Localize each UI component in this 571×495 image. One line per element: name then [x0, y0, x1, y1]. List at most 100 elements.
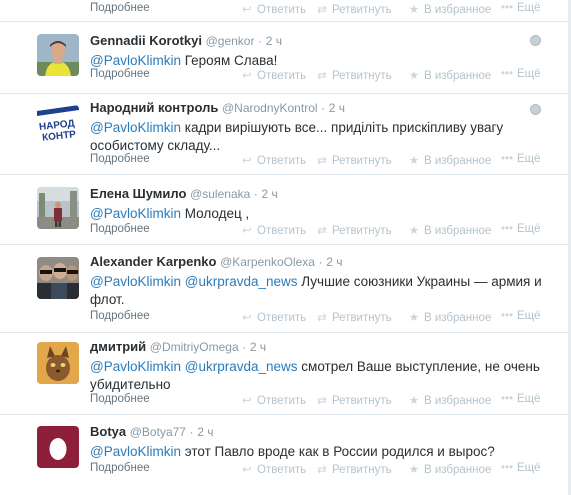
reply-icon: ↩: [242, 312, 252, 324]
more-button[interactable]: ••• Ещё: [501, 310, 541, 322]
favorite-button[interactable]: ★ В избранное: [408, 2, 491, 16]
details-link[interactable]: Подробнее: [90, 223, 150, 235]
tweet-time[interactable]: 2 ч: [262, 187, 278, 201]
mention-link[interactable]: @PavloKlimkin: [90, 274, 181, 289]
reply-icon: ↩: [242, 225, 252, 237]
details-link[interactable]: Подробнее: [90, 393, 150, 405]
tweet[interactable]: НАРОД КОНТР Народний контроль @NarodnyKo…: [0, 94, 571, 175]
favorite-button[interactable]: ★ В избранное: [408, 68, 491, 82]
reply-button[interactable]: ↩ Ответить: [241, 462, 306, 476]
reply-icon: ↩: [242, 4, 252, 16]
favorite-button[interactable]: ★ В избранное: [408, 393, 491, 407]
author-handle[interactable]: @DmitriyOmega: [150, 340, 239, 354]
tweet-actions: Подробнее ↩ Ответить ⇄ Ретвитнуть ★ В избра…: [90, 153, 557, 169]
more-icon: •••: [501, 393, 514, 405]
favorite-button[interactable]: ★ В избранное: [408, 462, 491, 476]
more-button[interactable]: ••• Ещё: [501, 393, 541, 405]
tweet-partial: Подробнее ↩ Ответить ⇄ Ретвитнуть ★ В избра…: [0, 0, 571, 22]
details-link[interactable]: Подробнее: [90, 153, 150, 165]
favorite-button[interactable]: ★ В избранное: [408, 223, 491, 237]
tweet-text: @PavloKlimkin этот Павло вроде как в Рос…: [90, 444, 495, 459]
details-link[interactable]: Подробнее: [90, 68, 150, 80]
reply-button[interactable]: ↩ Ответить: [241, 393, 306, 407]
tweet-text: @PavloKlimkin Молодец ,: [90, 206, 250, 221]
avatar[interactable]: [37, 34, 79, 76]
retweet-icon: ⇄: [317, 395, 327, 407]
avatar[interactable]: [37, 342, 79, 384]
globe-icon: [530, 35, 541, 46]
more-button[interactable]: ••• Ещё: [501, 462, 541, 474]
author-handle[interactable]: @genkor: [206, 34, 255, 48]
more-button[interactable]: ••• Ещё: [501, 223, 541, 235]
retweet-button[interactable]: ⇄ Ретвитнуть: [316, 223, 391, 237]
mention-link[interactable]: @PavloKlimkin: [90, 444, 181, 459]
author-handle[interactable]: @Botya77: [130, 425, 186, 439]
tweet[interactable]: дмитрий @DmitriyOmega · 2 ч @PavloKlimki…: [0, 333, 571, 415]
retweet-button[interactable]: ⇄ Ретвитнуть: [316, 68, 391, 82]
retweet-button[interactable]: ⇄ Ретвитнуть: [316, 393, 391, 407]
reply-icon: ↩: [242, 464, 252, 476]
star-icon: ★: [408, 155, 420, 167]
tweet-actions: Подробнее ↩ Ответить ⇄ Ретвитнуть ★ В избра…: [90, 2, 557, 18]
details-link[interactable]: Подробнее: [90, 2, 150, 14]
tweet-actions: Подробнее ↩ Ответить ⇄ Ретвитнуть ★ В избра…: [90, 310, 557, 326]
tweet-time[interactable]: 2 ч: [266, 34, 282, 48]
reply-button[interactable]: ↩ Ответить: [241, 153, 306, 167]
tweet[interactable]: Gennadii Korotkyi @genkor · 2 ч @PavloKl…: [0, 23, 571, 94]
mention-link[interactable]: @PavloKlimkin: [90, 206, 181, 221]
favorite-button[interactable]: ★ В избранное: [408, 310, 491, 324]
retweet-button[interactable]: ⇄ Ретвитнуть: [316, 462, 391, 476]
details-link[interactable]: Подробнее: [90, 310, 150, 322]
retweet-button[interactable]: ⇄ Ретвитнуть: [316, 310, 391, 324]
avatar[interactable]: [37, 426, 79, 468]
reply-button[interactable]: ↩ Ответить: [241, 2, 306, 16]
tweet-time[interactable]: 2 ч: [197, 425, 213, 439]
mention-link[interactable]: @PavloKlimkin: [90, 120, 181, 135]
tweet-text: @PavloKlimkin @ukrpravda_news Лучшие сою…: [90, 274, 542, 307]
details-link[interactable]: Подробнее: [90, 462, 150, 474]
author-handle[interactable]: @sulenaka: [190, 187, 250, 201]
tweet-time[interactable]: 2 ч: [329, 101, 345, 115]
avatar[interactable]: НАРОД КОНТР: [37, 105, 79, 147]
more-icon: •••: [501, 223, 514, 235]
mention-link[interactable]: @ukrpravda_news: [185, 359, 298, 374]
more-button[interactable]: ••• Ещё: [501, 2, 541, 14]
tweet-time[interactable]: 2 ч: [326, 255, 342, 269]
reply-button[interactable]: ↩ Ответить: [241, 68, 306, 82]
mention-link[interactable]: @PavloKlimkin: [90, 359, 181, 374]
author-handle[interactable]: @KarpenkoOlexa: [220, 255, 315, 269]
more-button[interactable]: ••• Ещё: [501, 68, 541, 80]
more-icon: •••: [501, 68, 514, 80]
favorite-button[interactable]: ★ В избранное: [408, 153, 491, 167]
tweet-time[interactable]: 2 ч: [250, 340, 266, 354]
retweet-button[interactable]: ⇄ Ретвитнуть: [316, 2, 391, 16]
author-handle[interactable]: @NarodnyKontrol: [222, 101, 318, 115]
more-button[interactable]: ••• Ещё: [501, 153, 541, 165]
tweet-actions: Подробнее ↩ Ответить ⇄ Ретвитнуть ★ В избра…: [90, 393, 557, 409]
mention-link[interactable]: @ukrpravda_news: [185, 274, 298, 289]
author-name[interactable]: Gennadii Korotkyi: [90, 33, 202, 48]
author-name[interactable]: Елена Шумило: [90, 186, 186, 201]
author-name[interactable]: Народний контроль: [90, 100, 218, 115]
tweet-feed: Подробнее ↩ Ответить ⇄ Ретвитнуть ★ В избра…: [0, 0, 571, 495]
more-icon: •••: [501, 462, 514, 474]
mention-link[interactable]: @PavloKlimkin: [90, 53, 181, 68]
reply-icon: ↩: [242, 155, 252, 167]
tweet[interactable]: Botya @Botya77 · 2 ч @PavloKlimkin этот …: [0, 415, 571, 495]
reply-icon: ↩: [242, 395, 252, 407]
author-name[interactable]: дмитрий: [90, 339, 146, 354]
avatar[interactable]: [37, 257, 79, 299]
author-name[interactable]: Alexander Karpenko: [90, 254, 216, 269]
tweet[interactable]: Елена Шумило @sulenaka · 2 ч @PavloKlimk…: [0, 175, 571, 245]
retweet-button[interactable]: ⇄ Ретвитнуть: [316, 153, 391, 167]
reply-button[interactable]: ↩ Ответить: [241, 223, 306, 237]
more-icon: •••: [501, 310, 514, 322]
tweet[interactable]: Alexander Karpenko @KarpenkoOlexa · 2 ч …: [0, 245, 571, 333]
tweet-text: @PavloKlimkin кадри вирішують все... при…: [90, 120, 504, 153]
star-icon: ★: [408, 312, 420, 324]
star-icon: ★: [408, 70, 420, 82]
author-name[interactable]: Botya: [90, 424, 126, 439]
reply-button[interactable]: ↩ Ответить: [241, 310, 306, 324]
avatar[interactable]: [37, 187, 79, 229]
more-icon: •••: [501, 2, 514, 14]
